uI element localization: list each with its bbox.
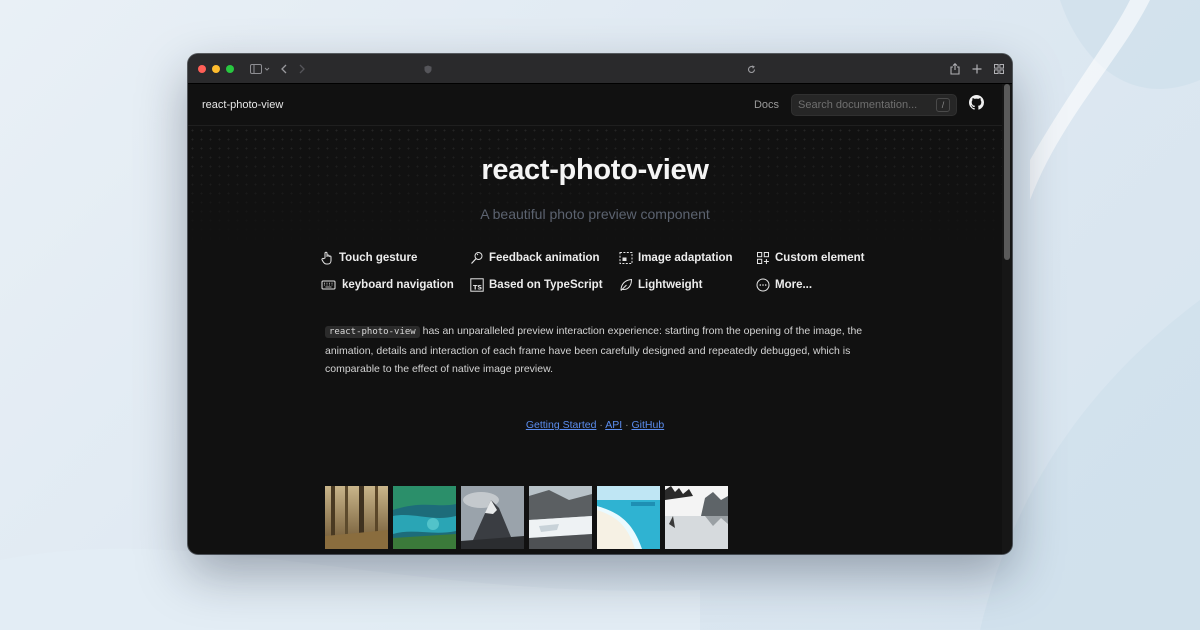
search-shortcut-key: / xyxy=(936,98,950,112)
feature-typescript: TS Based on TypeScript xyxy=(470,277,619,293)
page-scrollbar[interactable] xyxy=(1002,84,1012,554)
feature-touch-gesture: Touch gesture xyxy=(320,250,470,266)
tab-overview-icon[interactable] xyxy=(994,64,1004,74)
quick-links: Getting Started · API · GitHub xyxy=(188,419,1002,431)
feature-label: Image adaptation xyxy=(638,252,733,264)
scrollbar-thumb[interactable] xyxy=(1004,84,1010,260)
grid-add-icon xyxy=(757,252,769,264)
photo-gallery xyxy=(325,486,728,549)
site-navbar: react-photo-view Docs Search documentati… xyxy=(188,84,1002,126)
share-icon[interactable] xyxy=(950,63,960,75)
new-tab-icon[interactable] xyxy=(972,64,982,74)
thumbnail-coast[interactable] xyxy=(393,486,456,549)
forest-photo xyxy=(325,486,388,549)
feature-more[interactable]: More... xyxy=(756,277,880,293)
feature-custom-element: Custom element xyxy=(756,250,880,266)
glacier-photo xyxy=(529,486,592,549)
feature-list: Touch gesture Feedback animation Image a… xyxy=(320,250,880,293)
getting-started-link[interactable]: Getting Started xyxy=(526,419,597,431)
search-placeholder: Search documentation... xyxy=(798,99,918,111)
shield-icon xyxy=(424,65,432,74)
feature-label: Feedback animation xyxy=(489,252,600,264)
feature-label: Lightweight xyxy=(638,279,703,291)
touch-icon xyxy=(321,251,332,265)
minimize-window-button[interactable] xyxy=(212,64,220,73)
address-bar[interactable] xyxy=(420,60,760,78)
lake-photo xyxy=(665,486,728,549)
reload-icon[interactable] xyxy=(747,64,756,74)
description-paragraph: react-photo-view has an unparalleled pre… xyxy=(325,322,885,379)
package-name-code: react-photo-view xyxy=(325,326,420,338)
docs-link[interactable]: Docs xyxy=(754,99,779,111)
thumbnail-forest[interactable] xyxy=(325,486,388,549)
feature-lightweight: Lightweight xyxy=(619,277,756,293)
feature-label: Custom element xyxy=(775,252,865,264)
feature-feedback-animation: Feedback animation xyxy=(470,250,619,266)
github-icon[interactable] xyxy=(969,95,984,115)
github-link[interactable]: GitHub xyxy=(631,419,664,431)
leaf-icon xyxy=(620,278,633,291)
typescript-icon: TS xyxy=(470,278,484,292)
close-window-button[interactable] xyxy=(198,64,206,73)
thumbnail-lake[interactable] xyxy=(665,486,728,549)
link-separator: · xyxy=(625,419,629,431)
feature-label: More... xyxy=(775,279,813,291)
main-content: react-photo-view A beautiful photo previ… xyxy=(188,126,1002,554)
feature-label: keyboard navigation xyxy=(342,279,454,291)
forward-icon[interactable] xyxy=(298,64,306,74)
thumbnail-glacier[interactable] xyxy=(529,486,592,549)
feature-label: Based on TypeScript xyxy=(489,279,603,291)
more-icon xyxy=(756,278,770,292)
thumbnail-mountain[interactable] xyxy=(461,486,524,549)
feature-keyboard-navigation: keyboard navigation xyxy=(320,277,470,293)
browser-titlebar xyxy=(188,54,1012,84)
site-brand-link[interactable]: react-photo-view xyxy=(202,99,283,111)
api-link[interactable]: API xyxy=(605,419,622,431)
svg-text:TS: TS xyxy=(473,284,482,292)
magic-wand-icon xyxy=(471,252,483,264)
browser-window: react-photo-view Docs Search documentati… xyxy=(188,54,1012,554)
sidebar-toggle-icon[interactable] xyxy=(250,63,270,74)
feature-image-adaptation: Image adaptation xyxy=(619,250,756,266)
beach-photo xyxy=(597,486,660,549)
image-adapt-icon xyxy=(619,252,633,264)
link-separator: · xyxy=(599,419,603,431)
hero-title: react-photo-view xyxy=(481,154,709,186)
hero-subtitle: A beautiful photo preview component xyxy=(480,206,710,222)
back-icon[interactable] xyxy=(280,64,288,74)
coast-photo xyxy=(393,486,456,549)
search-input[interactable]: Search documentation... / xyxy=(791,94,957,116)
feature-label: Touch gesture xyxy=(339,252,418,264)
mountain-photo xyxy=(461,486,524,549)
keyboard-icon xyxy=(321,280,336,290)
thumbnail-beach[interactable] xyxy=(597,486,660,549)
maximize-window-button[interactable] xyxy=(226,64,234,73)
window-controls xyxy=(198,64,234,73)
